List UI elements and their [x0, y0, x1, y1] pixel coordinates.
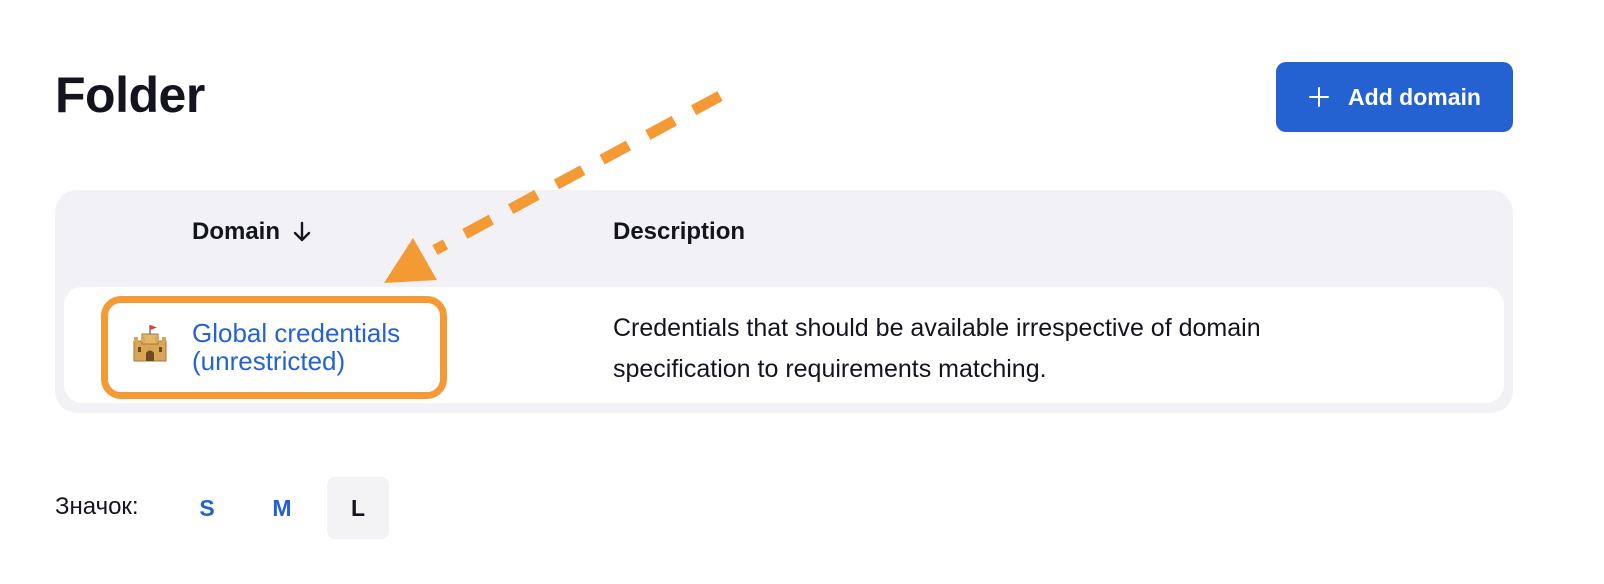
- page-title: Folder: [55, 67, 205, 123]
- column-header-domain-label: Domain: [192, 218, 281, 245]
- column-header-domain[interactable]: Domain: [192, 218, 312, 246]
- plus-icon: [1309, 87, 1330, 107]
- row-description-line-2: specification to requirements matching.: [613, 355, 1047, 383]
- icon-size-s-button[interactable]: S: [176, 477, 238, 539]
- row-description: Credentials that should be available irr…: [613, 308, 1413, 390]
- icon-size-l-button[interactable]: L: [327, 477, 389, 539]
- add-domain-button[interactable]: Add domain: [1276, 62, 1513, 132]
- row-description-line-1: Credentials that should be available irr…: [613, 314, 1261, 342]
- add-domain-label: Add domain: [1348, 83, 1481, 110]
- icon-size-label: Значок:: [55, 493, 139, 520]
- domain-link-line-1: Global credentials: [192, 318, 401, 348]
- domain-link-global-credentials[interactable]: Global credentials (unrestricted): [192, 319, 442, 375]
- column-header-description: Description: [613, 218, 746, 245]
- domain-link-line-2: (unrestricted): [192, 346, 346, 376]
- domains-table: Domain Description Global credentials (u…: [55, 190, 1513, 413]
- castle-icon: [133, 325, 167, 362]
- sort-descending-icon: [293, 221, 311, 242]
- table-row: Global credentials (unrestricted) Creden…: [64, 287, 1504, 403]
- icon-size-m-button[interactable]: M: [251, 477, 313, 539]
